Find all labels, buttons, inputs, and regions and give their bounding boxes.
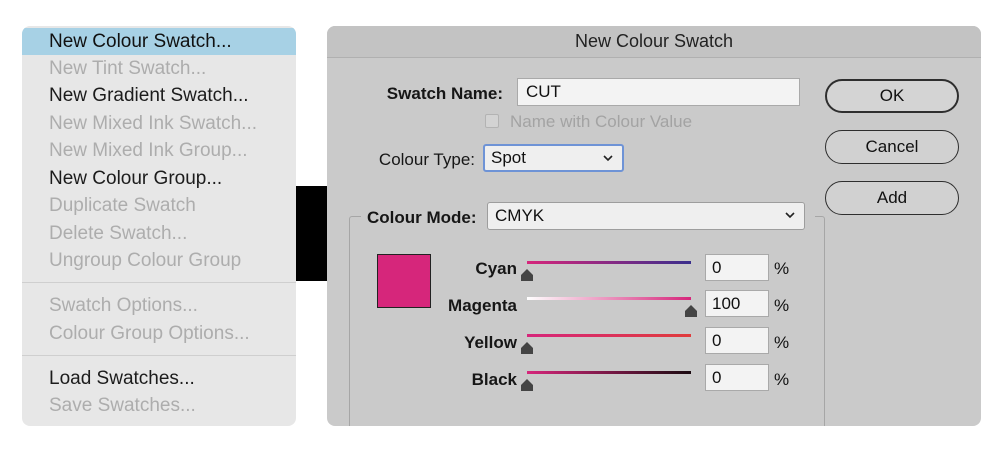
menu-item-duplicate-swatch: Duplicate Swatch xyxy=(49,195,196,216)
swatch-preview xyxy=(377,254,431,308)
magenta-unit: % xyxy=(774,296,790,315)
colour-type-value: Spot xyxy=(491,148,526,167)
dialog-title: New Colour Swatch xyxy=(327,26,981,58)
chevron-down-icon xyxy=(785,212,795,219)
black-slider-handle-icon[interactable] xyxy=(521,379,533,391)
magenta-slider-handle-icon[interactable] xyxy=(685,305,697,317)
name-with-colour-value-label: Name with Colour Value xyxy=(510,112,693,131)
menu-item-new-tint-swatch: New Tint Swatch... xyxy=(49,58,207,79)
name-with-colour-value-checkbox[interactable] xyxy=(485,114,499,128)
menu-item-colour-group-options: Colour Group Options... xyxy=(49,323,250,344)
colour-mode-label: Colour Mode: xyxy=(367,208,477,227)
cancel-button[interactable]: Cancel xyxy=(825,130,959,164)
yellow-label: Yellow xyxy=(464,333,517,352)
menu-item-ungroup-colour-group: Ungroup Colour Group xyxy=(49,250,242,271)
menu-item-swatch-options: Swatch Options... xyxy=(49,295,198,316)
cyan-label: Cyan xyxy=(475,259,517,278)
colour-type-label: Colour Type: xyxy=(378,150,475,169)
background-block xyxy=(296,186,327,281)
menu-item-new-colour-swatch[interactable]: New Colour Swatch... xyxy=(22,28,296,55)
add-button[interactable]: Add xyxy=(825,181,959,215)
swatch-name-label: Swatch Name: xyxy=(386,84,503,103)
yellow-slider-track[interactable] xyxy=(527,334,691,337)
menu-item-save-swatches: Save Swatches... xyxy=(49,395,196,416)
swatches-panel-menu: New Colour Swatch... New Tint Swatch... … xyxy=(22,26,296,426)
menu-item-new-colour-group[interactable]: New Colour Group... xyxy=(22,165,296,192)
menu-item-new-gradient-swatch[interactable]: New Gradient Swatch... xyxy=(22,82,296,109)
black-label: Black xyxy=(471,370,517,389)
swatch-name-input[interactable]: CUT xyxy=(517,78,800,106)
magenta-value-input[interactable]: 100 xyxy=(705,290,769,317)
cyan-value-input[interactable]: 0 xyxy=(705,254,769,281)
cyan-slider-handle-icon[interactable] xyxy=(521,269,533,281)
menu-item-delete-swatch: Delete Swatch... xyxy=(49,223,188,244)
yellow-unit: % xyxy=(774,333,790,352)
new-colour-swatch-dialog: New Colour Swatch Swatch Name: CUT Name … xyxy=(327,26,981,426)
menu-separator xyxy=(22,355,296,356)
menu-item-load-swatches[interactable]: Load Swatches... xyxy=(22,365,296,392)
black-value-input[interactable]: 0 xyxy=(705,364,769,391)
ok-button[interactable]: OK xyxy=(825,79,959,113)
cyan-unit: % xyxy=(774,259,790,278)
magenta-label: Magenta xyxy=(448,296,517,315)
cyan-slider-track[interactable] xyxy=(527,261,691,264)
colour-mode-group xyxy=(349,216,825,426)
black-slider-track[interactable] xyxy=(527,371,691,374)
chevron-down-icon xyxy=(603,155,613,162)
menu-item-new-mixed-ink-group: New Mixed Ink Group... xyxy=(49,140,248,161)
menu-item-new-mixed-ink-swatch: New Mixed Ink Swatch... xyxy=(49,113,258,134)
yellow-slider-handle-icon[interactable] xyxy=(521,342,533,354)
magenta-slider-track[interactable] xyxy=(527,297,691,300)
colour-mode-select[interactable]: CMYK xyxy=(487,202,805,230)
menu-separator xyxy=(22,282,296,283)
yellow-value-input[interactable]: 0 xyxy=(705,327,769,354)
colour-mode-value: CMYK xyxy=(495,206,545,225)
black-unit: % xyxy=(774,370,790,389)
colour-type-select[interactable]: Spot xyxy=(483,144,624,172)
